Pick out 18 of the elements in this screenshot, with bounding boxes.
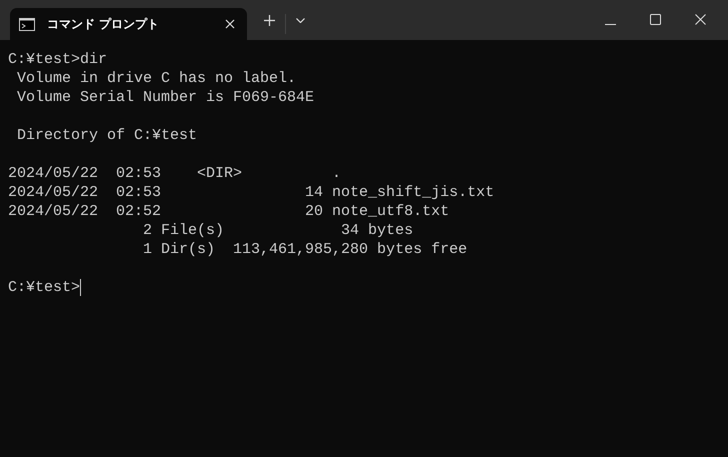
console-line: 2024/05/22 02:53 <DIR> .: [8, 164, 342, 183]
console-line: 2024/05/22 02:53 14 note_shift_jis.txt: [8, 183, 494, 202]
close-icon[interactable]: [695, 14, 706, 25]
chevron-down-icon[interactable]: [296, 18, 305, 23]
window-tab[interactable]: コマンド プロンプト: [10, 8, 247, 40]
add-icon[interactable]: [264, 15, 275, 26]
console-line: Volume in drive C has no label.: [16, 69, 296, 88]
console-line: 2024/05/22 02:52 20 note_utf8.txt: [8, 202, 450, 221]
console-line: Directory of C:¥test: [16, 126, 198, 145]
console-line: Volume Serial Number is F069-684E: [16, 88, 314, 107]
command-prompt: C:¥test>: [8, 278, 80, 297]
terminal-icon: [19, 18, 35, 30]
console-line: 2 File(s) 34 bytes: [142, 221, 414, 240]
maximize-icon[interactable]: [650, 14, 661, 25]
console-line: 1 Dir(s) 113,461,985,280 bytes free: [142, 240, 468, 259]
close-icon[interactable]: [225, 19, 235, 29]
console-line: C:¥test>dir: [8, 50, 108, 69]
window-title: コマンド プロンプト: [47, 16, 160, 32]
